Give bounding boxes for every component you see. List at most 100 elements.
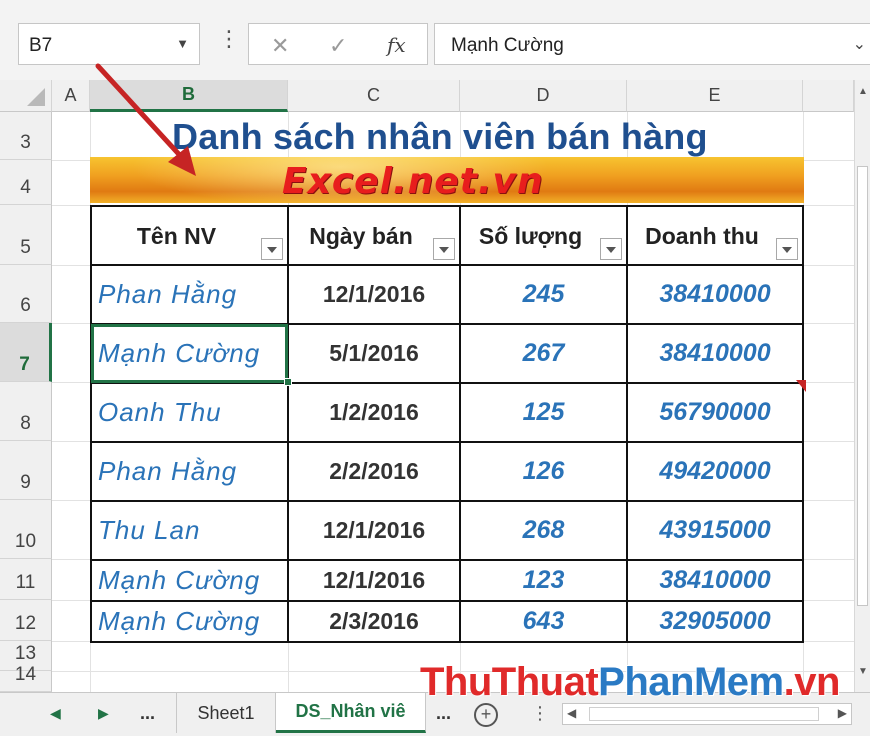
fill-handle[interactable] bbox=[284, 378, 292, 386]
data-table: Tên NV Ngày bán Số lượng Doanh thu Phan Hằng… bbox=[90, 205, 804, 643]
table-cell[interactable]: 56790000 bbox=[626, 382, 804, 443]
scroll-up-icon[interactable]: ▲ bbox=[858, 86, 868, 97]
more-sheets-left[interactable]: ... bbox=[140, 703, 155, 724]
next-sheet-icon[interactable]: ▶ bbox=[98, 705, 109, 722]
formula-bar-area: B7 ▼ ⋮ ✕ ✓ fx Mạnh Cường ⌄ bbox=[0, 0, 870, 80]
table-cell[interactable]: 125 bbox=[459, 382, 628, 443]
scroll-right-icon[interactable]: ▶ bbox=[838, 706, 847, 720]
formula-input[interactable]: Mạnh Cường ⌄ bbox=[434, 23, 870, 65]
more-sheets-right[interactable]: ... bbox=[436, 703, 451, 724]
table-cell[interactable]: 2/3/2016 bbox=[287, 600, 461, 643]
table-row: Phan Hằng 12/1/2016 245 38410000 bbox=[90, 264, 804, 325]
column-header-d[interactable]: D bbox=[460, 80, 627, 112]
row-header-9[interactable]: 9 bbox=[0, 441, 52, 500]
filter-dropdown-icon[interactable] bbox=[776, 238, 798, 260]
add-sheet-icon[interactable]: + bbox=[474, 703, 498, 727]
insert-function-icon[interactable]: fx bbox=[387, 33, 406, 57]
table-cell[interactable]: 32905000 bbox=[626, 600, 804, 643]
row-header-7[interactable]: 7 bbox=[0, 323, 52, 382]
prev-sheet-icon[interactable]: ◀ bbox=[50, 705, 61, 722]
horizontal-scroll-thumb[interactable] bbox=[589, 707, 819, 721]
banner-text: Excel.net.vn bbox=[282, 161, 544, 202]
table-cell[interactable]: Phan Hằng bbox=[90, 264, 289, 325]
tab-splitter-icon[interactable]: ⋮ bbox=[531, 703, 549, 724]
scroll-down-icon[interactable]: ▼ bbox=[858, 666, 868, 677]
table-cell[interactable]: 12/1/2016 bbox=[287, 264, 461, 325]
filter-dropdown-icon[interactable] bbox=[261, 238, 283, 260]
name-box[interactable]: B7 ▼ bbox=[18, 23, 200, 65]
column-header-f[interactable] bbox=[803, 80, 854, 112]
table-cell[interactable]: 267 bbox=[459, 323, 628, 384]
header-label: Tên NV bbox=[136, 223, 217, 249]
table-cell[interactable]: 1/2/2016 bbox=[287, 382, 461, 443]
row-header-12[interactable]: 12 bbox=[0, 600, 52, 641]
table-row: Mạnh Cường 5/1/2016 267 38410000 bbox=[90, 323, 804, 384]
watermark-logo: ThuThuatPhanMem.vn bbox=[420, 660, 840, 704]
row-header-10[interactable]: 10 bbox=[0, 500, 52, 559]
select-all-corner[interactable] bbox=[0, 80, 52, 112]
header-cell[interactable]: Tên NV bbox=[90, 205, 289, 266]
header-label: Ngày bán bbox=[309, 223, 413, 249]
vertical-scroll-thumb[interactable] bbox=[857, 166, 868, 606]
header-label: Số lượng bbox=[478, 223, 583, 249]
table-cell[interactable]: 49420000 bbox=[626, 441, 804, 502]
table-cell[interactable]: 38410000 bbox=[626, 264, 804, 325]
column-header-b[interactable]: B bbox=[90, 80, 288, 112]
filter-dropdown-icon[interactable] bbox=[433, 238, 455, 260]
column-header-e[interactable]: E bbox=[627, 80, 803, 112]
header-cell[interactable]: Doanh thu bbox=[626, 205, 804, 266]
tab-ds-nhan-vien[interactable]: DS_Nhân viê bbox=[276, 693, 426, 733]
row-header-3[interactable]: 3 bbox=[0, 112, 52, 160]
tab-label: Sheet1 bbox=[197, 702, 255, 723]
table-cell[interactable]: Phan Hằng bbox=[90, 441, 289, 502]
table-cell[interactable]: 38410000 bbox=[626, 323, 804, 384]
enter-icon[interactable]: ✓ bbox=[329, 33, 347, 59]
table-cell[interactable]: 126 bbox=[459, 441, 628, 502]
table-cell[interactable]: 2/2/2016 bbox=[287, 441, 461, 502]
more-options-icon[interactable]: ⋮ bbox=[218, 28, 240, 50]
table-row: Oanh Thu 1/2/2016 125 56790000 bbox=[90, 382, 804, 443]
tab-sheet1[interactable]: Sheet1 bbox=[176, 693, 276, 733]
table-cell[interactable]: 38410000 bbox=[626, 559, 804, 602]
filter-dropdown-icon[interactable] bbox=[600, 238, 622, 260]
table-row: Thu Lan 12/1/2016 268 43915000 bbox=[90, 500, 804, 561]
table-row: Mạnh Cường 2/3/2016 643 32905000 bbox=[90, 600, 804, 643]
table-cell[interactable]: 12/1/2016 bbox=[287, 559, 461, 602]
table-cell[interactable]: Mạnh Cường bbox=[90, 559, 289, 602]
cancel-icon[interactable]: ✕ bbox=[271, 33, 289, 59]
table-row: Mạnh Cường 12/1/2016 123 38410000 bbox=[90, 559, 804, 602]
vertical-scrollbar[interactable]: ▲ ▼ bbox=[854, 80, 870, 692]
table-cell[interactable]: 123 bbox=[459, 559, 628, 602]
table-cell[interactable]: 643 bbox=[459, 600, 628, 643]
row-header-11[interactable]: 11 bbox=[0, 559, 52, 600]
formula-input-value: Mạnh Cường bbox=[451, 35, 564, 56]
header-cell[interactable]: Ngày bán bbox=[287, 205, 461, 266]
tab-label: DS_Nhân viê bbox=[295, 701, 406, 721]
table-cell[interactable]: Mạnh Cường bbox=[90, 323, 289, 384]
column-header-c[interactable]: C bbox=[288, 80, 460, 112]
chevron-down-icon[interactable]: ▼ bbox=[176, 36, 189, 51]
header-label: Doanh thu bbox=[645, 223, 759, 249]
scroll-left-icon[interactable]: ◀ bbox=[567, 706, 576, 720]
row-header-5[interactable]: 5 bbox=[0, 205, 52, 265]
expand-formula-icon[interactable]: ⌄ bbox=[853, 34, 866, 54]
column-header-a[interactable]: A bbox=[52, 80, 90, 112]
table-cell[interactable]: Oanh Thu bbox=[90, 382, 289, 443]
name-box-value: B7 bbox=[29, 35, 53, 56]
table-cell[interactable]: 245 bbox=[459, 264, 628, 325]
table-cell[interactable]: 12/1/2016 bbox=[287, 500, 461, 561]
row-header-14[interactable]: 14 bbox=[0, 664, 52, 692]
worksheet-grid[interactable]: Danh sách nhân viên bán hàng Excel.net.v… bbox=[52, 112, 854, 692]
table-cell[interactable]: 5/1/2016 bbox=[287, 323, 461, 384]
horizontal-scrollbar[interactable]: ◀ ▶ bbox=[562, 703, 852, 725]
sheet-title[interactable]: Danh sách nhân viên bán hàng bbox=[172, 116, 708, 158]
header-cell[interactable]: Số lượng bbox=[459, 205, 628, 266]
table-cell[interactable]: 43915000 bbox=[626, 500, 804, 561]
table-cell[interactable]: Thu Lan bbox=[90, 500, 289, 561]
table-cell[interactable]: Mạnh Cường bbox=[90, 600, 289, 643]
row-header-4[interactable]: 4 bbox=[0, 160, 52, 205]
banner-image: Excel.net.vn bbox=[90, 157, 804, 203]
table-cell[interactable]: 268 bbox=[459, 500, 628, 561]
row-header-6[interactable]: 6 bbox=[0, 265, 52, 323]
row-header-8[interactable]: 8 bbox=[0, 382, 52, 441]
